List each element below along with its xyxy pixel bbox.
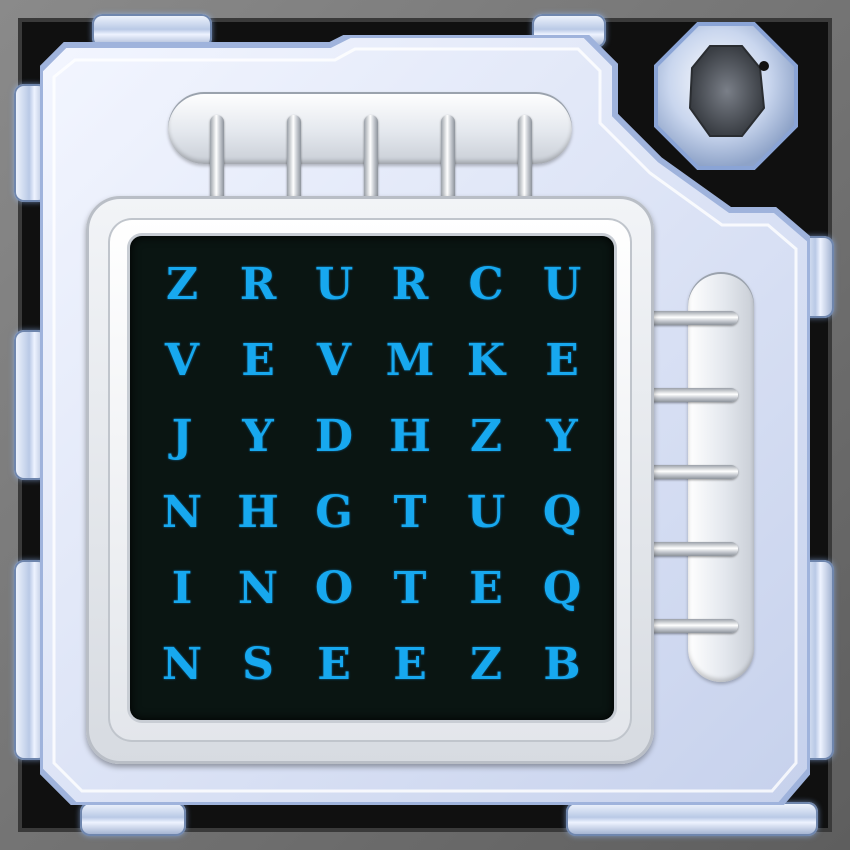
letter-cell[interactable]: Y	[218, 398, 298, 474]
rail-bottom-mid	[566, 802, 818, 836]
letter-cell[interactable]: Z	[446, 398, 526, 474]
letter-cell[interactable]: T	[370, 474, 450, 550]
letter-cell[interactable]: E	[446, 550, 526, 626]
letter-cell[interactable]: T	[370, 550, 450, 626]
letter-cell[interactable]: K	[446, 322, 526, 398]
letter-cell[interactable]: U	[294, 246, 374, 322]
letter-cell[interactable]: V	[294, 322, 374, 398]
letter-cell[interactable]: U	[522, 246, 602, 322]
letter-cell[interactable]: U	[446, 474, 526, 550]
letter-cell[interactable]: J	[142, 398, 222, 474]
letter-cell[interactable]: E	[218, 322, 298, 398]
rail-bottom-left	[80, 802, 186, 836]
letter-cell[interactable]: Y	[522, 398, 602, 474]
letter-cell[interactable]: Q	[522, 474, 602, 550]
letter-cell[interactable]: E	[294, 626, 374, 702]
letter-cell[interactable]: Q	[522, 550, 602, 626]
letter-cell[interactable]: Z	[142, 246, 222, 322]
letter-cell[interactable]: N	[142, 474, 222, 550]
spindle-knob-icon[interactable]	[646, 18, 806, 178]
letter-cell[interactable]: H	[370, 398, 450, 474]
letter-grid: Z R U R C U V E V M K E J Y D H Z Y N H …	[130, 236, 614, 720]
letter-cell[interactable]: R	[218, 246, 298, 322]
letter-cell[interactable]: M	[370, 322, 450, 398]
letter-cell[interactable]: C	[446, 246, 526, 322]
letter-cell[interactable]: I	[142, 550, 222, 626]
letter-cell[interactable]: D	[294, 398, 374, 474]
letter-cell[interactable]: N	[142, 626, 222, 702]
letter-cell[interactable]: E	[522, 322, 602, 398]
letter-cell[interactable]: R	[370, 246, 450, 322]
letter-cell[interactable]: Z	[446, 626, 526, 702]
letter-cell[interactable]: S	[218, 626, 298, 702]
letter-cell[interactable]: B	[522, 626, 602, 702]
letter-cell[interactable]: O	[294, 550, 374, 626]
letter-cell[interactable]: N	[218, 550, 298, 626]
letter-cell[interactable]: V	[142, 322, 222, 398]
letter-cell[interactable]: G	[294, 474, 374, 550]
letter-cell[interactable]: H	[218, 474, 298, 550]
letter-cell[interactable]: E	[370, 626, 450, 702]
